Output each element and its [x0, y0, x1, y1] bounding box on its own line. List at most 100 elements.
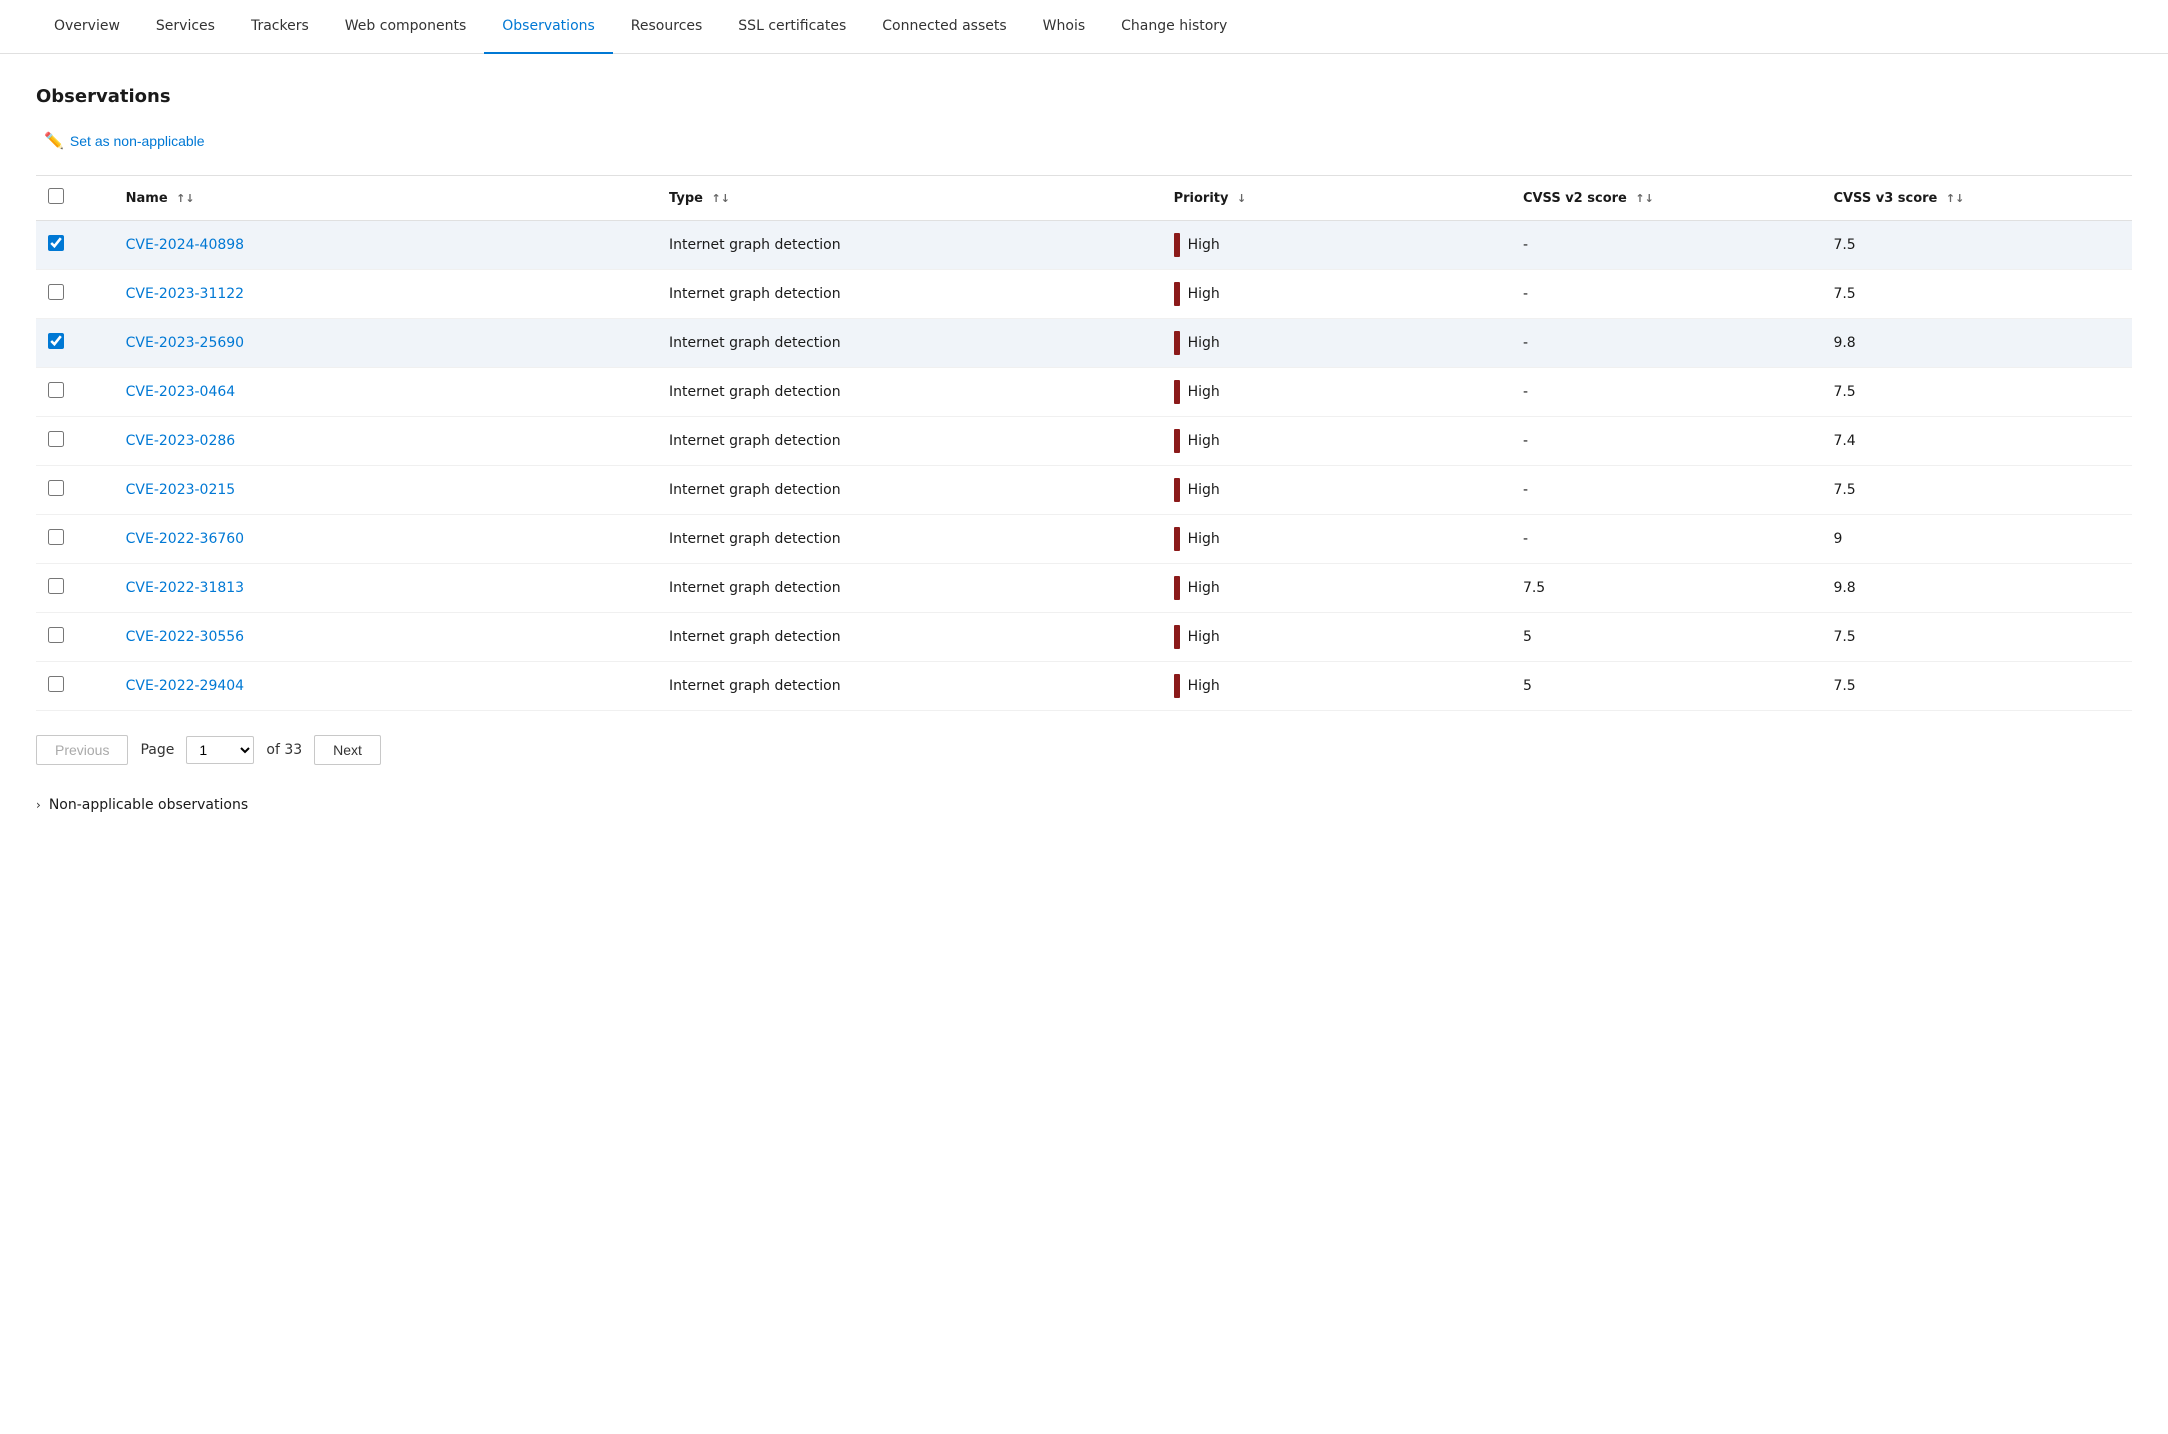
row-priority-cell: High — [1162, 417, 1511, 466]
row-cvss2-cell: 7.5 — [1511, 564, 1822, 613]
row-checkbox-cell[interactable] — [36, 221, 114, 270]
non-applicable-section[interactable]: › Non-applicable observations — [36, 797, 2132, 813]
cve-link[interactable]: CVE-2023-31122 — [126, 286, 244, 302]
row-cvss2-cell: - — [1511, 466, 1822, 515]
priority-bar-icon — [1174, 576, 1180, 600]
set-non-applicable-button[interactable]: ✏️ Set as non-applicable — [36, 127, 213, 155]
col-header-cvss3[interactable]: CVSS v3 score ↑↓ — [1821, 176, 2132, 221]
col-header-type[interactable]: Type ↑↓ — [657, 176, 1162, 221]
nav-item-whois[interactable]: Whois — [1025, 0, 1103, 54]
row-checkbox[interactable] — [48, 627, 64, 643]
row-checkbox-cell[interactable] — [36, 270, 114, 319]
select-all-checkbox[interactable] — [48, 188, 64, 204]
row-cvss2-cell: - — [1511, 270, 1822, 319]
priority-bar-icon — [1174, 233, 1180, 257]
row-checkbox[interactable] — [48, 382, 64, 398]
row-checkbox-cell[interactable] — [36, 564, 114, 613]
page-title: Observations — [36, 86, 2132, 107]
cve-link[interactable]: CVE-2022-36760 — [126, 531, 244, 547]
table-row: CVE-2023-0215 Internet graph detection H… — [36, 466, 2132, 515]
next-button[interactable]: Next — [314, 735, 381, 765]
row-name-cell: CVE-2022-36760 — [114, 515, 657, 564]
observations-table: Name ↑↓ Type ↑↓ Priority ↓ CVSS v2 score… — [36, 176, 2132, 711]
row-cvss2-cell: 5 — [1511, 662, 1822, 711]
priority-label: High — [1188, 433, 1220, 449]
priority-label: High — [1188, 531, 1220, 547]
priority-bar-icon — [1174, 282, 1180, 306]
priority-bar-icon — [1174, 331, 1180, 355]
col-header-cvss2[interactable]: CVSS v2 score ↑↓ — [1511, 176, 1822, 221]
select-all-header[interactable] — [36, 176, 114, 221]
priority-label: High — [1188, 580, 1220, 596]
row-priority-cell: High — [1162, 515, 1511, 564]
col-header-name[interactable]: Name ↑↓ — [114, 176, 657, 221]
row-checkbox[interactable] — [48, 480, 64, 496]
row-cvss3-cell: 9.8 — [1821, 319, 2132, 368]
row-checkbox-cell[interactable] — [36, 319, 114, 368]
pagination: Previous Page 12345678910111213141516171… — [36, 735, 2132, 765]
page-select[interactable]: 1234567891011121314151617181920212223242… — [186, 736, 254, 764]
row-cvss2-cell: - — [1511, 368, 1822, 417]
row-cvss2-cell: - — [1511, 515, 1822, 564]
previous-button[interactable]: Previous — [36, 735, 128, 765]
nav-item-resources[interactable]: Resources — [613, 0, 721, 54]
row-cvss2-cell: - — [1511, 319, 1822, 368]
cve-link[interactable]: CVE-2024-40898 — [126, 237, 244, 253]
cve-link[interactable]: CVE-2023-0215 — [126, 482, 236, 498]
priority-label: High — [1188, 286, 1220, 302]
priority-bar-icon — [1174, 674, 1180, 698]
nav-item-change-history[interactable]: Change history — [1103, 0, 1245, 54]
priority-label: High — [1188, 335, 1220, 351]
cve-link[interactable]: CVE-2023-25690 — [126, 335, 244, 351]
row-checkbox-cell[interactable] — [36, 466, 114, 515]
nav-item-overview[interactable]: Overview — [36, 0, 138, 54]
cve-link[interactable]: CVE-2023-0286 — [126, 433, 236, 449]
row-checkbox-cell[interactable] — [36, 368, 114, 417]
col-header-priority[interactable]: Priority ↓ — [1162, 176, 1511, 221]
table-row: CVE-2022-31813 Internet graph detection … — [36, 564, 2132, 613]
row-cvss2-cell: - — [1511, 221, 1822, 270]
nav-item-trackers[interactable]: Trackers — [233, 0, 327, 54]
row-priority-cell: High — [1162, 221, 1511, 270]
row-cvss3-cell: 7.5 — [1821, 270, 2132, 319]
row-checkbox[interactable] — [48, 529, 64, 545]
row-cvss3-cell: 7.5 — [1821, 466, 2132, 515]
table-header: Name ↑↓ Type ↑↓ Priority ↓ CVSS v2 score… — [36, 176, 2132, 221]
row-cvss3-cell: 9.8 — [1821, 564, 2132, 613]
row-checkbox-cell[interactable] — [36, 613, 114, 662]
nav-item-services[interactable]: Services — [138, 0, 233, 54]
nav-item-observations[interactable]: Observations — [484, 0, 613, 54]
row-name-cell: CVE-2022-31813 — [114, 564, 657, 613]
row-checkbox[interactable] — [48, 676, 64, 692]
nav-item-ssl-certificates[interactable]: SSL certificates — [720, 0, 864, 54]
cve-link[interactable]: CVE-2022-30556 — [126, 629, 244, 645]
cve-link[interactable]: CVE-2022-29404 — [126, 678, 244, 694]
nav-item-web-components[interactable]: Web components — [327, 0, 484, 54]
row-type-cell: Internet graph detection — [657, 613, 1162, 662]
cve-link[interactable]: CVE-2023-0464 — [126, 384, 236, 400]
row-checkbox[interactable] — [48, 578, 64, 594]
table-row: CVE-2023-0464 Internet graph detection H… — [36, 368, 2132, 417]
row-checkbox-cell[interactable] — [36, 515, 114, 564]
priority-bar-icon — [1174, 625, 1180, 649]
row-checkbox[interactable] — [48, 333, 64, 349]
row-checkbox[interactable] — [48, 284, 64, 300]
row-name-cell: CVE-2023-0286 — [114, 417, 657, 466]
row-checkbox[interactable] — [48, 235, 64, 251]
table-body: CVE-2024-40898 Internet graph detection … — [36, 221, 2132, 711]
cve-link[interactable]: CVE-2022-31813 — [126, 580, 244, 596]
non-applicable-label: Non-applicable observations — [49, 797, 248, 813]
row-priority-cell: High — [1162, 613, 1511, 662]
cvss2-sort-icon: ↑↓ — [1635, 192, 1653, 205]
nav-item-connected-assets[interactable]: Connected assets — [864, 0, 1024, 54]
toolbar: ✏️ Set as non-applicable — [36, 127, 2132, 155]
row-checkbox[interactable] — [48, 431, 64, 447]
row-checkbox-cell[interactable] — [36, 662, 114, 711]
row-cvss3-cell: 7.5 — [1821, 221, 2132, 270]
row-name-cell: CVE-2023-31122 — [114, 270, 657, 319]
top-navigation: OverviewServicesTrackersWeb componentsOb… — [0, 0, 2168, 54]
row-checkbox-cell[interactable] — [36, 417, 114, 466]
row-type-cell: Internet graph detection — [657, 221, 1162, 270]
row-type-cell: Internet graph detection — [657, 466, 1162, 515]
of-pages-label: of 33 — [266, 742, 302, 758]
